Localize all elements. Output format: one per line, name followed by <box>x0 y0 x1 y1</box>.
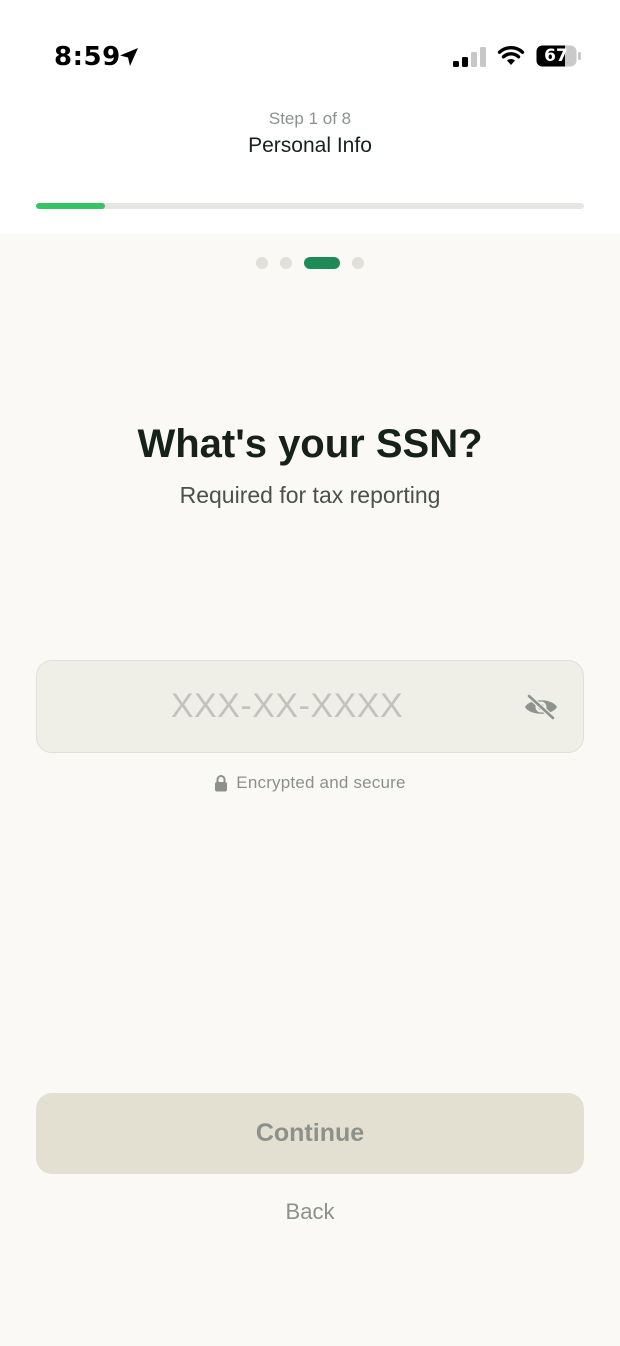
battery-level: 67 <box>544 46 568 66</box>
status-time: 8:59 <box>54 42 121 72</box>
continue-button[interactable]: Continue <box>36 1093 584 1174</box>
question-subtitle: Required for tax reporting <box>179 482 441 508</box>
pager-dot <box>304 257 340 269</box>
location-arrow-icon <box>120 48 138 66</box>
progress-bar <box>36 203 584 209</box>
ssn-input[interactable] <box>137 661 437 752</box>
ssn-field <box>36 660 584 753</box>
secure-note-text: Encrypted and secure <box>236 773 406 792</box>
pager-dot <box>256 257 268 269</box>
lock-icon <box>215 774 228 791</box>
section-title: Personal Info <box>248 134 372 157</box>
step-label: Step 1 of 8 <box>268 109 352 128</box>
pager-dot <box>352 257 364 269</box>
back-button[interactable]: Back <box>0 1198 620 1226</box>
cellular-signal-icon <box>453 47 486 67</box>
eye-slash-icon[interactable] <box>523 694 559 720</box>
pager-dots <box>0 257 620 269</box>
progress-bar-fill <box>36 203 105 209</box>
pager-dot <box>280 257 292 269</box>
question-title: What's your SSN? <box>137 422 483 466</box>
wifi-icon <box>497 46 525 65</box>
secure-note: Encrypted and secure <box>0 771 620 795</box>
